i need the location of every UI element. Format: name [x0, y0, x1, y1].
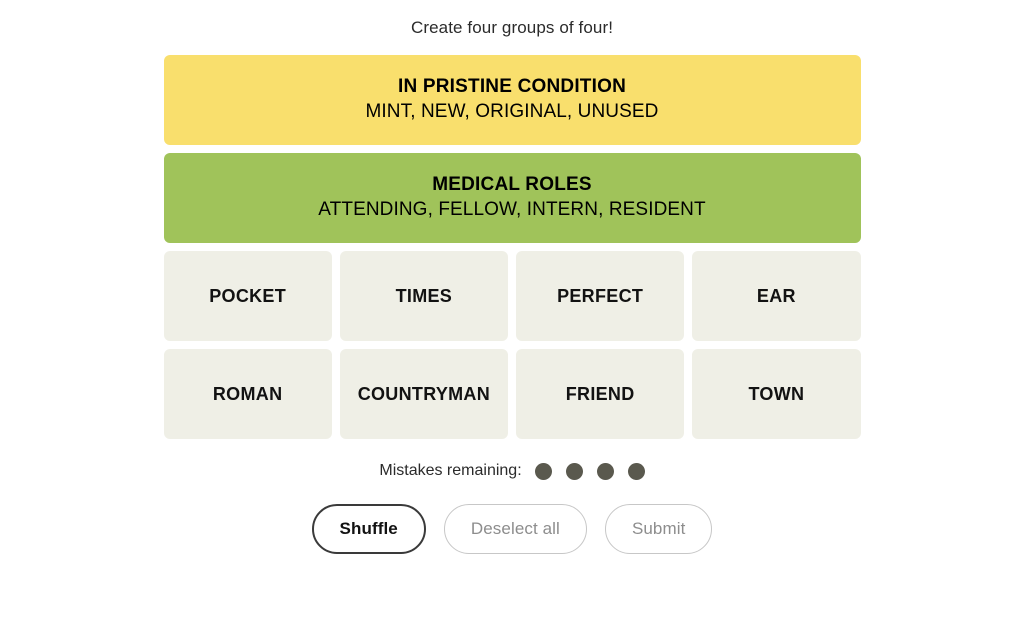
shuffle-button[interactable]: Shuffle [311, 504, 426, 554]
submit-button[interactable]: Submit [604, 504, 713, 554]
word-tile-label: EAR [756, 286, 796, 306]
solved-group-title: MEDICAL ROLES [432, 174, 592, 195]
control-buttons: Shuffle Deselect all Submit [0, 504, 1024, 554]
word-tile-label: ROMAN [212, 384, 283, 404]
mistake-dot [596, 462, 614, 480]
solved-group-yellow: IN PRISTINE CONDITION MINT, NEW, ORIGINA… [163, 55, 861, 145]
mistake-dot [627, 462, 645, 480]
mistake-dots [534, 462, 645, 480]
word-tile[interactable]: EAR [692, 251, 861, 341]
word-tile[interactable]: COUNTRYMAN [339, 349, 508, 439]
game-board: IN PRISTINE CONDITION MINT, NEW, ORIGINA… [163, 55, 861, 439]
word-tile-label: PERFECT [557, 286, 644, 306]
word-tile-label: COUNTRYMAN [357, 384, 491, 404]
word-tile[interactable]: FRIEND [516, 349, 685, 439]
deselect-all-button[interactable]: Deselect all [443, 504, 587, 554]
word-tile-label: TOWN [748, 384, 805, 404]
word-tile[interactable]: POCKET [163, 251, 332, 341]
solved-group-members: ATTENDING, FELLOW, INTERN, RESIDENT [318, 199, 706, 220]
word-tile[interactable]: ROMAN [163, 349, 332, 439]
mistakes-remaining: Mistakes remaining: [0, 461, 1024, 481]
word-tile[interactable]: TIMES [339, 251, 508, 341]
word-tile-label: TIMES [395, 286, 453, 306]
word-tile[interactable]: TOWN [692, 349, 861, 439]
mistake-dot [565, 462, 583, 480]
solved-group-members: MINT, NEW, ORIGINAL, UNUSED [365, 101, 659, 122]
instruction-bar: Create four groups of four! [0, 0, 1024, 39]
connections-game-page: Create four groups of four! IN PRISTINE … [0, 0, 1024, 635]
solved-group-title: IN PRISTINE CONDITION [398, 76, 626, 97]
word-tile-label: POCKET [209, 286, 287, 306]
mistake-dot [534, 462, 552, 480]
tile-row: ROMAN COUNTRYMAN FRIEND TOWN [163, 349, 861, 439]
mistakes-remaining-label: Mistakes remaining: [379, 462, 522, 479]
page-title: Create four groups of four! [410, 18, 614, 37]
tile-row: POCKET TIMES PERFECT EAR [163, 251, 861, 341]
word-tile-label: FRIEND [565, 384, 635, 404]
solved-group-green: MEDICAL ROLES ATTENDING, FELLOW, INTERN,… [163, 153, 861, 243]
word-tile[interactable]: PERFECT [516, 251, 685, 341]
